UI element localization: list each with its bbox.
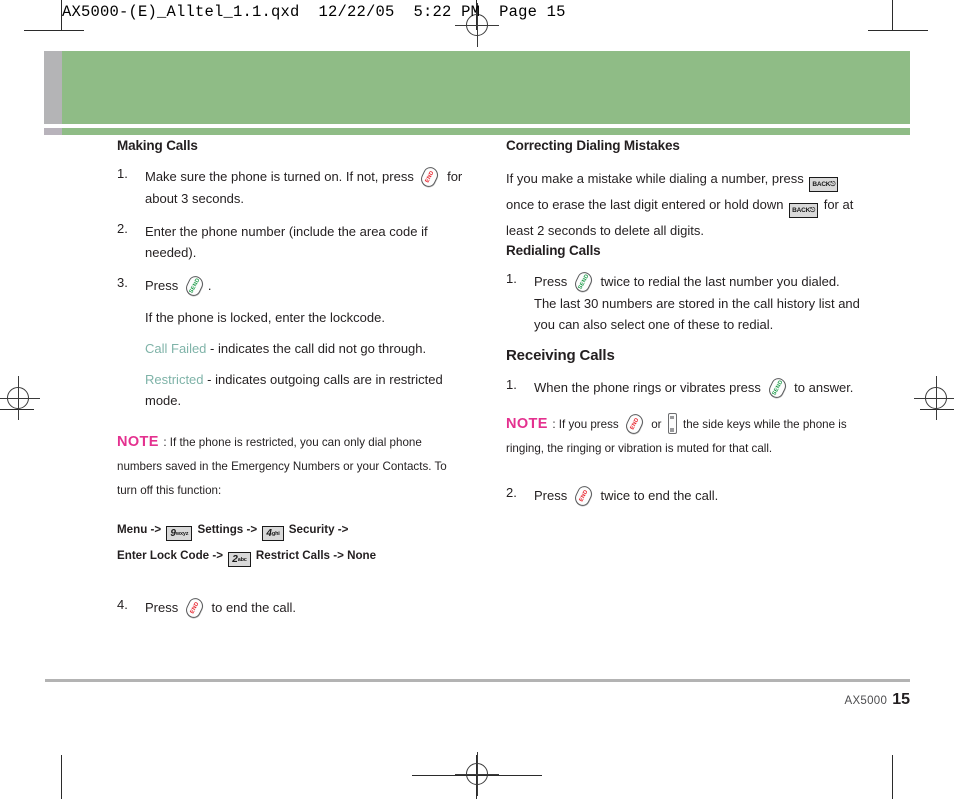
menu-path-text: Enter Lock Code -> <box>117 549 223 562</box>
page-frame-left-bottom <box>61 755 62 799</box>
correcting-paragraph: If you make a mistake while dialing a nu… <box>506 166 861 243</box>
registration-mark-right <box>914 376 954 420</box>
list-number: 3. <box>117 275 128 290</box>
page-frame-right <box>892 0 893 30</box>
paragraph-text: If you make a mistake while dialing a nu… <box>506 171 804 186</box>
menu-path-text: Restrict Calls -> None <box>255 549 377 562</box>
note-text: or <box>651 418 662 431</box>
step-text: Press <box>145 278 179 293</box>
menu-path-text: Menu -> <box>117 523 162 536</box>
end-key-icon: END <box>623 411 646 437</box>
left-column: Making Calls 1. Make sure the phone is t… <box>117 138 467 631</box>
registration-mark-bottom <box>455 752 499 796</box>
note-body: : If the phone is restricted, you can on… <box>117 436 447 497</box>
note-text: : If you press <box>552 418 619 431</box>
chapter-band-green <box>62 51 910 124</box>
page-frame-topline <box>24 30 84 31</box>
status-line: Call Failed - indicates the call did not… <box>117 338 467 359</box>
list-number: 1. <box>117 166 128 181</box>
step-text-cont: twice to end the call. <box>600 488 719 503</box>
status-label-call-failed: Call Failed <box>145 341 207 356</box>
section-heading-redialing-calls: Redialing Calls <box>506 243 601 258</box>
section-heading-making-calls: Making Calls <box>117 138 198 153</box>
list-number: 1. <box>506 377 517 392</box>
paragraph-text: once to erase the last digit entered or … <box>506 197 784 212</box>
step-text: Press <box>534 274 568 289</box>
manual-page: AX5000-(E)_Alltel_1.1.qxd 12/22/05 5:22 … <box>0 0 954 799</box>
step-text: Press <box>534 488 568 503</box>
footer-rule <box>45 679 910 682</box>
step-text: Enter the phone number (include the area… <box>145 224 428 260</box>
side-key-icon <box>667 413 677 434</box>
list-number: 2. <box>117 221 128 236</box>
page-frame-bottomline <box>412 775 542 776</box>
chapter-band-green-strip <box>62 128 910 135</box>
page-frame-right-bottom <box>892 755 893 799</box>
menu-path-line-1: Menu -> 9wxyz Settings -> 4ghi Security … <box>117 517 467 543</box>
list-item: 2. Enter the phone number (include the a… <box>117 221 467 263</box>
right-column: Correcting Dialing Mistakes If you make … <box>506 138 861 519</box>
step-text-cont: to end the call. <box>211 600 297 615</box>
note-block-side-keys: NOTE : If you press END or the side keys… <box>506 411 861 461</box>
list-number: 4. <box>117 597 128 612</box>
list-item: 1. Press SEND twice to redial the last n… <box>506 269 861 335</box>
chapter-band-gray-strip <box>44 128 62 135</box>
end-key-icon: END <box>183 595 206 621</box>
section-heading-correcting-dialing-mistakes: Correcting Dialing Mistakes <box>506 138 680 153</box>
note-label: NOTE <box>117 434 159 450</box>
section-heading-receiving-calls: Receiving Calls <box>506 347 615 364</box>
send-key-icon: SEND <box>572 269 595 295</box>
registration-mark-left <box>0 376 40 420</box>
scan-header-text: AX5000-(E)_Alltel_1.1.qxd 12/22/05 5:22 … <box>62 3 566 21</box>
lockcode-note: If the phone is locked, enter the lockco… <box>145 310 385 325</box>
list-item: 3. Press SEND . <box>117 273 467 299</box>
step-text-cont: to answer. <box>794 380 854 395</box>
end-key-icon: END <box>572 483 595 509</box>
list-item: 4. Press END to end the call. <box>117 595 467 621</box>
page-frame-topline-right <box>868 30 928 31</box>
back-key-icon: BACK⎋ <box>789 203 819 218</box>
numeric-key-9-icon: 9wxyz <box>166 526 193 541</box>
list-item: 2. Press END twice to end the call. <box>506 483 861 509</box>
send-key-icon: SEND <box>765 375 789 401</box>
end-key-icon: END <box>418 164 442 190</box>
note-label: NOTE <box>506 416 548 432</box>
page-number: 15 <box>892 691 910 708</box>
back-key-icon: BACK⎋ <box>809 177 839 192</box>
step-text: Make sure the phone is turned on. If not… <box>145 169 414 184</box>
footer: AX5000 15 <box>844 691 910 709</box>
list-number: 1. <box>506 271 517 286</box>
menu-path-text: Settings -> <box>197 523 258 536</box>
list-item: 1. Make sure the phone is turned on. If … <box>117 164 467 209</box>
step-text: Press <box>145 600 179 615</box>
status-line: Restricted - indicates outgoing calls ar… <box>117 369 467 411</box>
menu-path-text: Security -> <box>288 523 349 536</box>
note-body: : If you press END or the side keys whil… <box>506 411 847 455</box>
send-key-icon: SEND <box>183 273 206 299</box>
numeric-key-2-icon: 2abc <box>228 552 251 567</box>
chapter-band-gray-tab <box>44 51 62 124</box>
note-block-restricted: NOTE : If the phone is restricted, you c… <box>117 431 467 503</box>
status-desc: - indicates the call did not go through. <box>206 341 427 356</box>
list-item: 1. When the phone rings or vibrates pres… <box>506 375 861 401</box>
footer-book-title: AX5000 <box>844 695 888 707</box>
numeric-key-4-icon: 4ghi <box>262 526 284 541</box>
status-label-restricted: Restricted <box>145 372 204 387</box>
menu-path-line-2: Enter Lock Code -> 2abc Restrict Calls -… <box>117 543 467 569</box>
step-text: When the phone rings or vibrates press <box>534 380 761 395</box>
list-number: 2. <box>506 485 517 500</box>
